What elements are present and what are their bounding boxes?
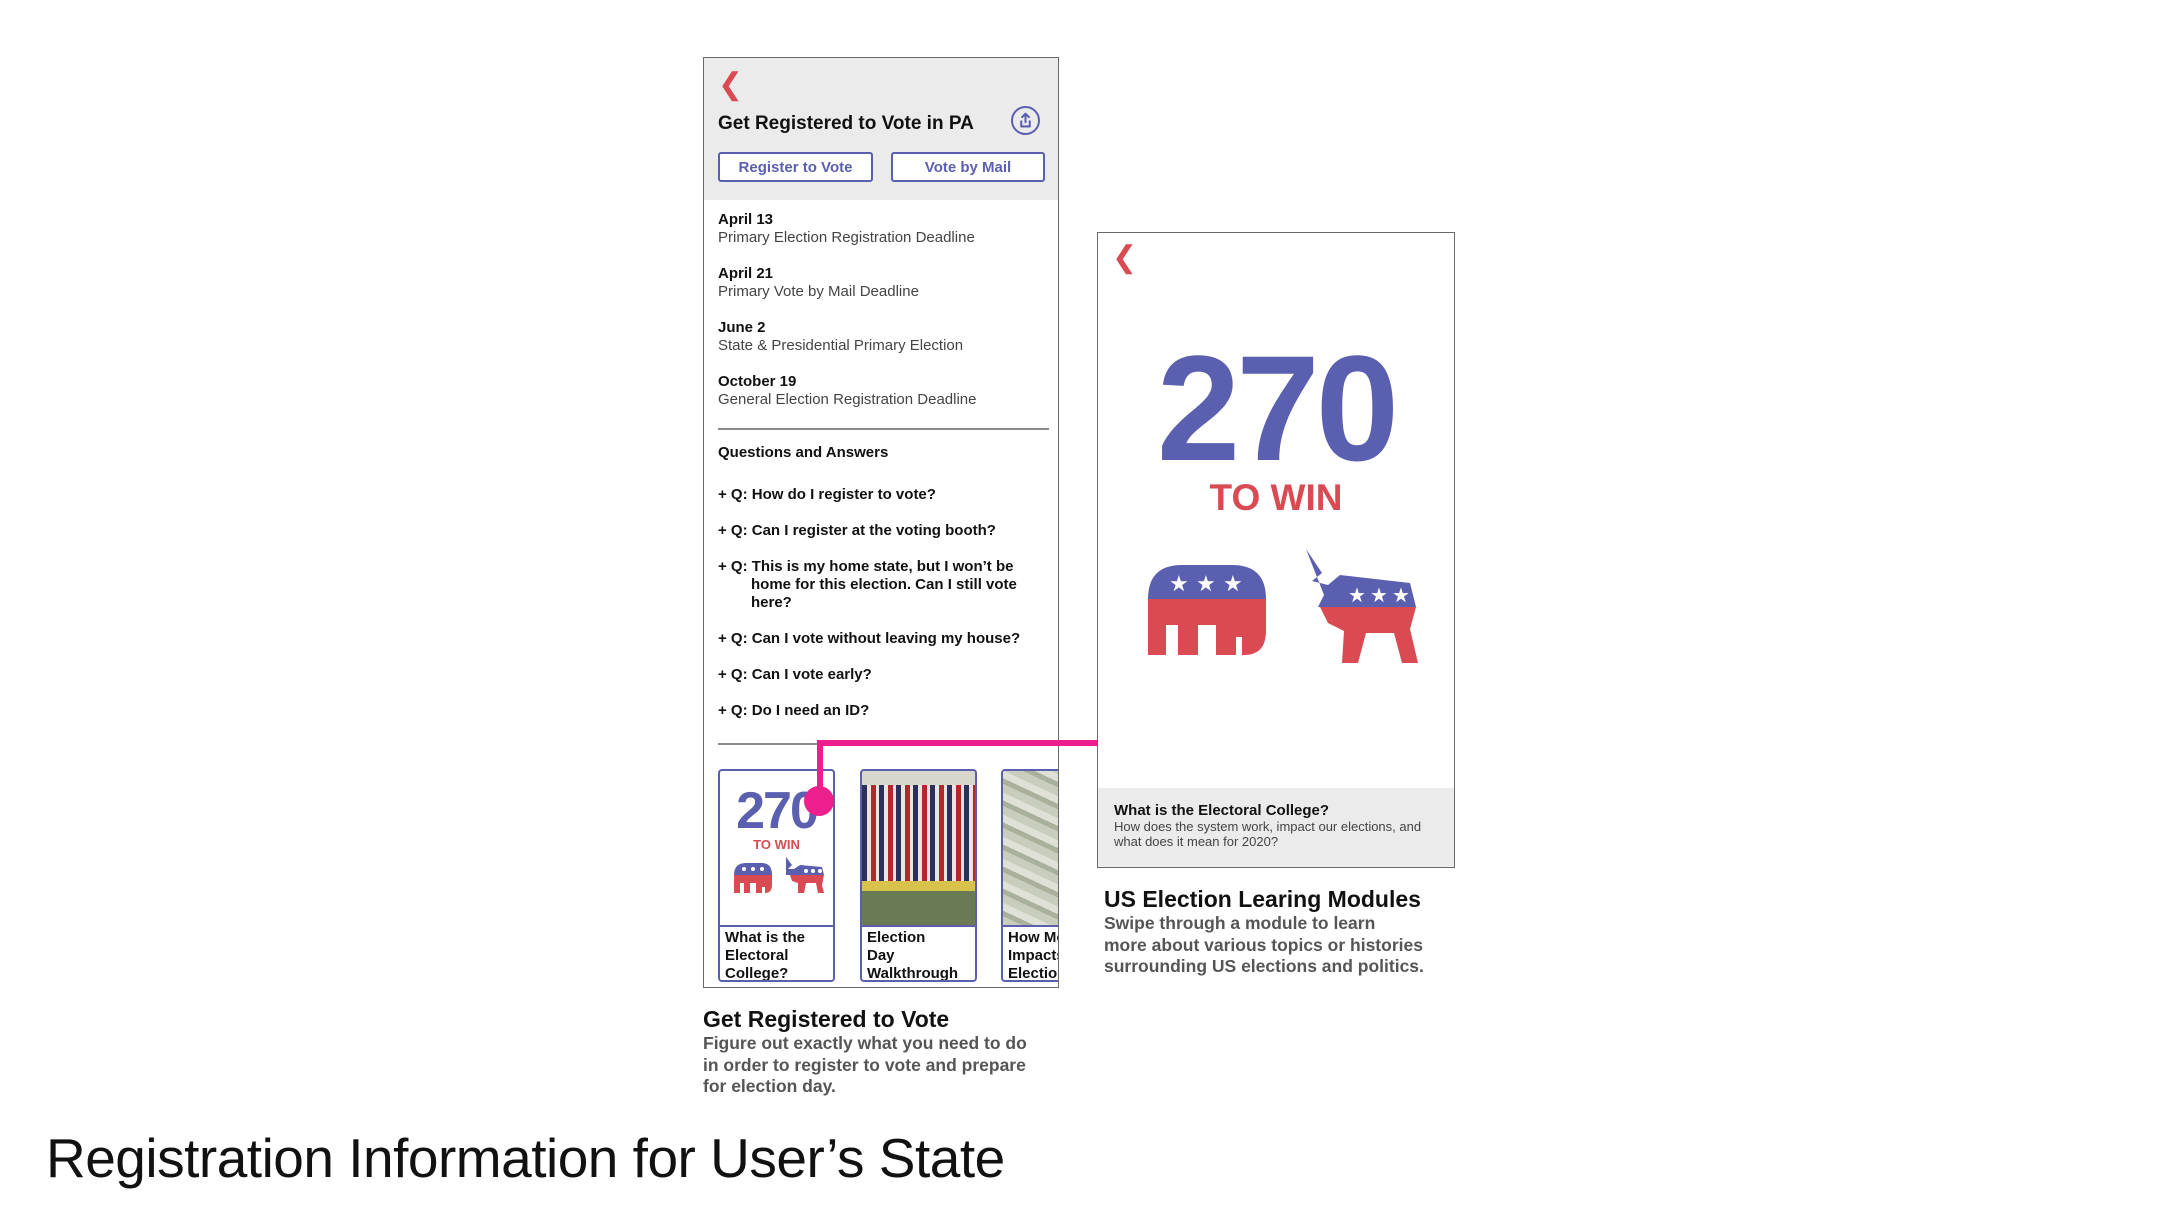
faq-question-cont: here?	[751, 594, 792, 611]
faq-question: + Q: This is my home state, but I won’t …	[718, 558, 1014, 575]
card-caption-line: Election	[1008, 965, 1058, 982]
date-value: April 13	[718, 211, 774, 228]
svg-text:★: ★	[1169, 572, 1189, 597]
svg-text:★: ★	[1348, 583, 1366, 607]
caption-line: surrounding US elections and politics.	[1104, 956, 1424, 976]
card-caption-line: Day	[867, 947, 895, 964]
divider	[718, 428, 1049, 430]
elephant-icon: ★ ★ ★	[1148, 565, 1266, 655]
date-value: June 2	[718, 319, 766, 336]
caption-line: more about various topics or histories	[1104, 934, 1423, 955]
module-description: How does the system work, impact our ele…	[1114, 819, 1422, 849]
date-item: June 2 State & Presidential Primary Elec…	[718, 319, 963, 355]
card-caption-line: Walkthrough	[867, 965, 959, 982]
faq-item[interactable]: + Q: This is my home state, but I won’t …	[718, 558, 1048, 612]
elephant-icon	[734, 863, 772, 893]
module-card-election-day[interactable]: Election Day Walkthrough	[860, 769, 977, 982]
hero-subtitle: TO WIN	[1209, 477, 1343, 518]
donkey-icon	[786, 857, 824, 893]
card-caption-line: How Mo	[1008, 929, 1058, 946]
card-towin-text: TO WIN	[753, 837, 800, 852]
caption-title: Get Registered to Vote	[703, 1006, 950, 1032]
faq-item[interactable]: + Q: Can I vote early?	[718, 666, 1048, 684]
caption-line: in order to register to vote and prepare	[703, 1054, 1026, 1075]
card-caption: How Mo Impacts Election	[1003, 925, 1058, 982]
svg-text:★: ★	[1196, 572, 1216, 597]
module-card-money-elections[interactable]: How Mo Impacts Election	[1001, 769, 1058, 982]
module-footer[interactable]: What is the Electoral College? How does …	[1098, 788, 1454, 867]
date-label: State & Presidential Primary Election	[718, 337, 964, 354]
faq-question: + Q: Can I register at the voting booth?	[718, 522, 996, 539]
vote-by-mail-button[interactable]: Vote by Mail	[891, 152, 1045, 182]
registration-screen: ❮ Get Registered to Vote in PA Register …	[703, 57, 1059, 988]
card-caption-line: Electoral	[725, 947, 789, 964]
card-caption: What is the Electoral College?	[720, 925, 833, 982]
date-label: General Election Registration Deadline	[718, 391, 977, 408]
card-caption-line: College?	[725, 965, 789, 982]
left-caption: Get Registered to Vote Figure out exactl…	[703, 1006, 1083, 1098]
caption-title: US Election Learing Modules	[1104, 886, 1421, 912]
date-label: Primary Election Registration Deadline	[718, 229, 975, 246]
learning-module-screen: ❮ 270 TO WIN ★ ★ ★ ★ ★ ★ What is the Ele…	[1097, 232, 1455, 868]
faq-item[interactable]: + Q: How do I register to vote?	[718, 486, 1048, 504]
slide-title: Registration Information for User’s Stat…	[46, 1127, 1005, 1189]
register-to-vote-button[interactable]: Register to Vote	[718, 152, 873, 182]
svg-text:★: ★	[1392, 583, 1410, 607]
faq-question: + Q: Can I vote without leaving my house…	[718, 630, 1021, 647]
faq-item[interactable]: + Q: Can I register at the voting booth?	[718, 522, 1048, 540]
voting-booth-image	[862, 771, 975, 925]
faq-question: + Q: Do I need an ID?	[718, 702, 870, 719]
connector-dot	[804, 786, 834, 816]
connector-line	[817, 740, 1098, 746]
faq-question: + Q: Can I vote early?	[718, 666, 872, 683]
date-label: Primary Vote by Mail Deadline	[718, 283, 919, 300]
card-caption: Election Day Walkthrough	[862, 925, 975, 982]
qa-heading: Questions and Answers	[718, 444, 889, 461]
date-value: April 21	[718, 265, 774, 282]
caption-line: Figure out exactly what you need to do	[703, 1033, 1027, 1053]
date-item: October 19 General Election Registration…	[718, 373, 976, 409]
caption-line: Swipe through a module to learn	[1104, 913, 1376, 933]
chevron-left-icon[interactable]: ❮	[1112, 243, 1137, 273]
faq-item[interactable]: + Q: Can I vote without leaving my house…	[718, 630, 1048, 648]
caption-line: for election day.	[703, 1076, 836, 1096]
card-caption-line: Impacts	[1008, 947, 1058, 964]
donkey-icon: ★ ★ ★	[1306, 549, 1418, 663]
date-item: April 21 Primary Vote by Mail Deadline	[718, 265, 919, 301]
chevron-left-icon[interactable]: ❮	[718, 70, 743, 100]
faq-item[interactable]: + Q: Do I need an ID?	[718, 702, 1048, 720]
share-icon[interactable]	[1011, 106, 1040, 135]
right-caption: US Election Learing Modules Swipe throug…	[1104, 886, 1484, 978]
svg-text:★: ★	[1223, 572, 1243, 597]
money-image	[1003, 771, 1058, 925]
svg-text:★: ★	[1370, 583, 1388, 607]
hero-number: 270	[1156, 324, 1399, 492]
page-title: Get Registered to Vote in PA	[718, 113, 974, 134]
module-title: What is the Electoral College?	[1114, 802, 1330, 819]
card-caption-line: Election	[867, 929, 926, 946]
card-caption-line: What is the	[725, 929, 806, 946]
date-value: October 19	[718, 373, 797, 390]
faq-question: + Q: How do I register to vote?	[718, 486, 936, 503]
date-item: April 13 Primary Election Registration D…	[718, 211, 975, 247]
faq-question-cont: home for this election. Can I still vote	[751, 576, 1017, 593]
